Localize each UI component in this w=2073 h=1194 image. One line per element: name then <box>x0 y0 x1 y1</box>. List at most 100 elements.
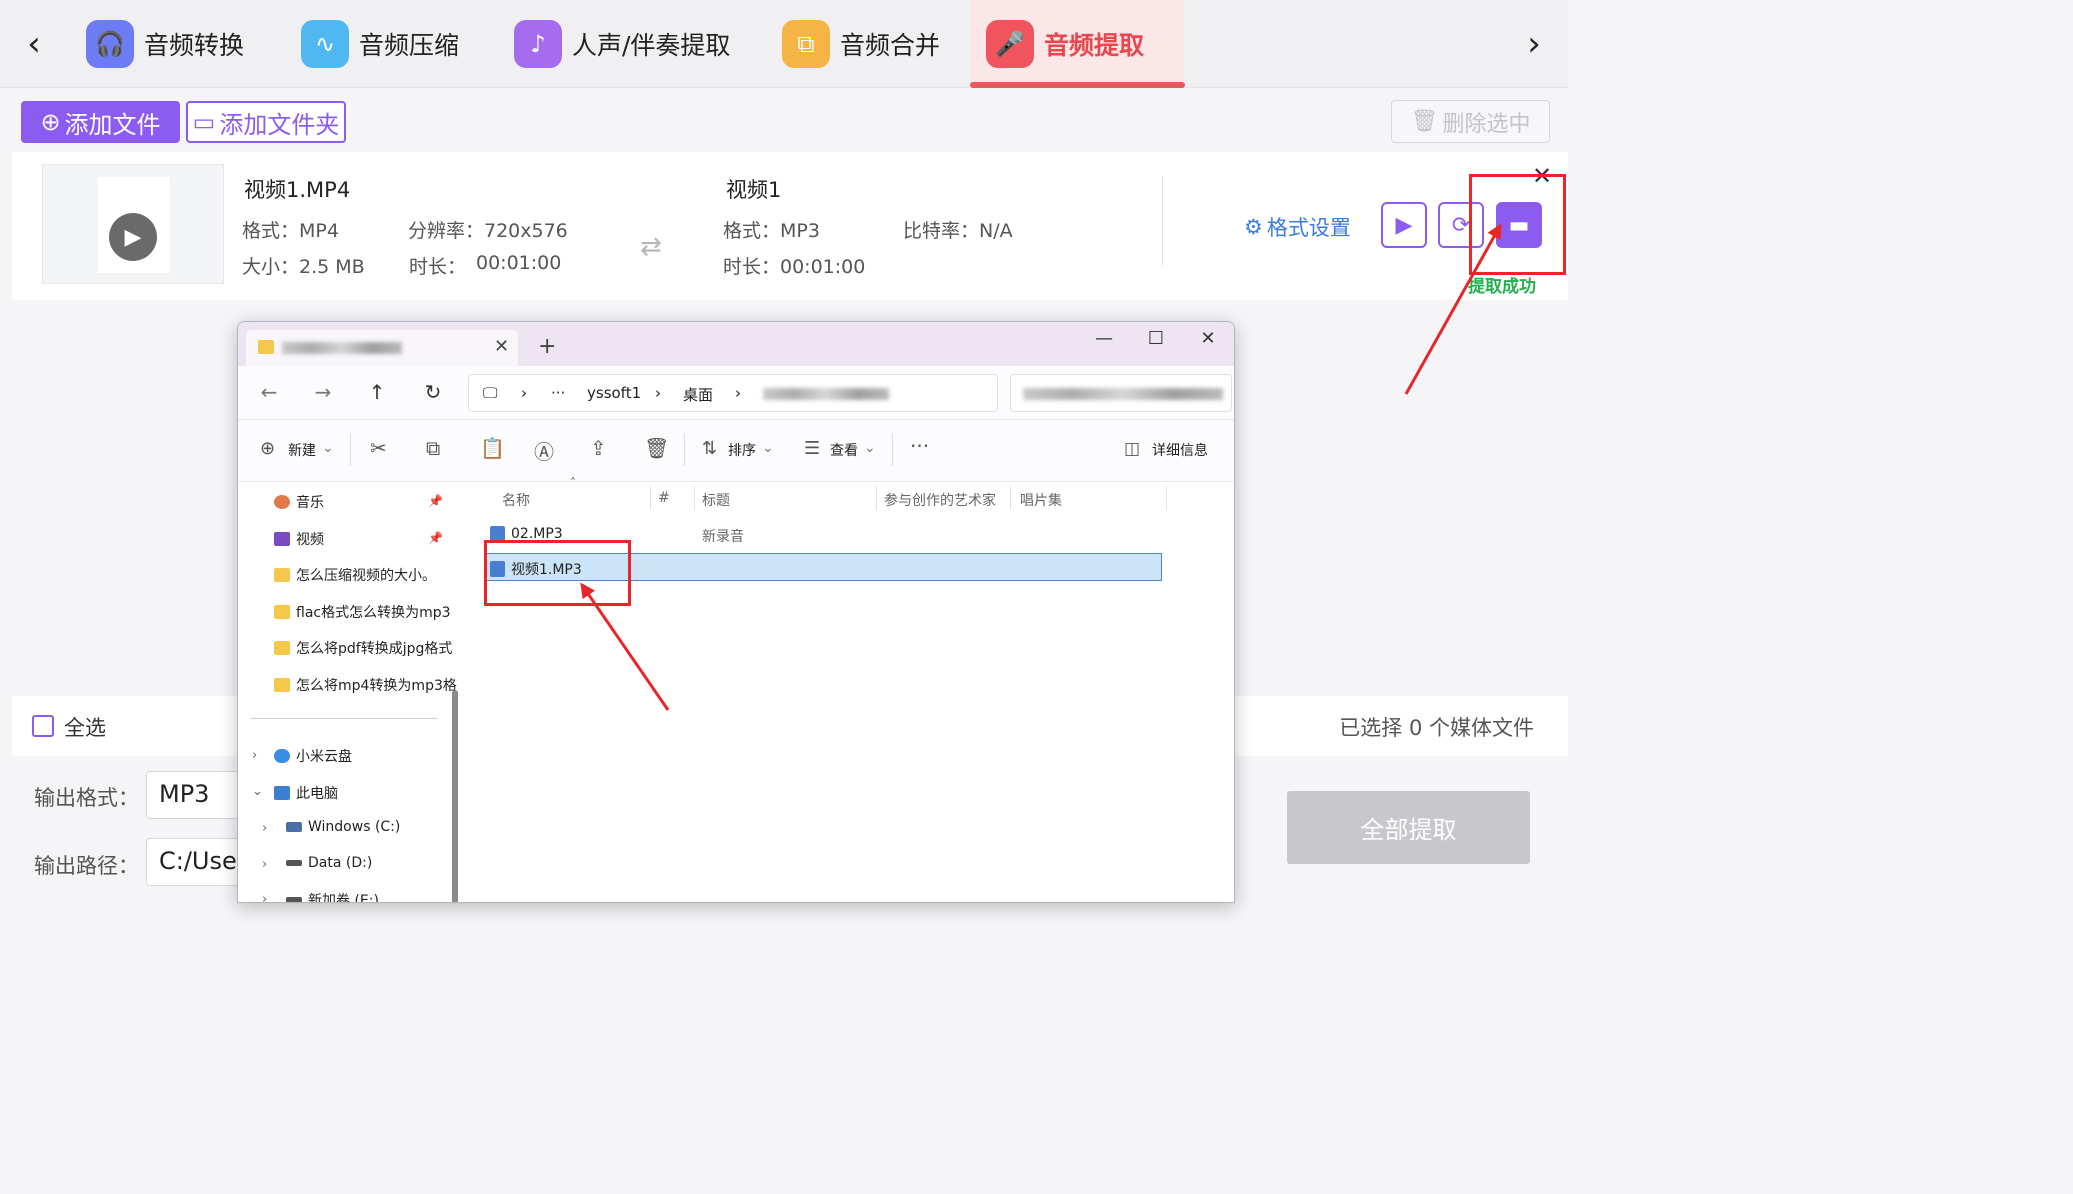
explorer-tab[interactable]: ✕ <box>246 330 518 366</box>
tabs-scroll-left-button[interactable]: ‹ <box>14 20 54 68</box>
sidebar-item-music[interactable]: 音乐 <box>274 492 324 512</box>
maximize-button[interactable]: ☐ <box>1136 328 1176 349</box>
more-icon[interactable]: ··· <box>910 434 929 458</box>
refresh-button[interactable]: ↻ <box>418 380 448 404</box>
trash-icon: 🗑 <box>1410 109 1439 134</box>
share-icon[interactable]: ⇪ <box>590 436 607 460</box>
tabs-scroll-right-button[interactable]: › <box>1514 20 1554 68</box>
close-tab-icon[interactable]: ✕ <box>494 336 509 357</box>
delete-icon[interactable]: 🗑 <box>644 436 669 460</box>
sidebar-item-drive-e[interactable]: 新加卷 (E:) <box>286 890 379 902</box>
tab-audio-merge[interactable]: ⧉ 音频合并 <box>766 0 956 88</box>
sidebar-item-label: 怎么压缩视频的大小。 <box>296 568 436 584</box>
breadcrumb-desktop[interactable]: 桌面 <box>683 384 713 405</box>
divider <box>350 434 351 466</box>
source-duration-label: 时长： <box>409 256 467 278</box>
computer-icon: 🖵 <box>483 384 498 402</box>
chevron-right-icon[interactable]: › <box>262 892 267 902</box>
sidebar-item-drive-c[interactable]: Windows (C:) <box>286 819 400 835</box>
tab-label: 音频转换 <box>144 31 245 60</box>
details-pane-icon: ◫ <box>1124 439 1141 459</box>
add-folder-button[interactable]: ▭ 添加文件夹 <box>186 101 346 143</box>
chevron-right-icon[interactable]: › <box>262 821 267 836</box>
microphone-icon: 🎤 <box>986 20 1034 68</box>
music-icon <box>274 495 290 509</box>
sidebar-item-folder[interactable]: 怎么将mp4转换为mp3格 <box>274 675 457 695</box>
play-icon: ▶ <box>1395 212 1413 238</box>
minimize-button[interactable]: — <box>1084 328 1124 349</box>
search-input[interactable] <box>1010 374 1232 412</box>
folder-icon <box>274 605 290 619</box>
view-button[interactable]: 查看 <box>830 440 858 460</box>
column-header-artist[interactable]: 参与创作的艺术家 <box>884 490 996 510</box>
sidebar-item-folder[interactable]: 怎么将pdf转换成jpg格式 <box>274 638 452 658</box>
explorer-title-bar: ✕ + — ☐ ✕ <box>238 322 1234 366</box>
details-button[interactable]: 详细信息 <box>1152 440 1208 460</box>
sidebar-item-xiaomi-cloud[interactable]: 小米云盘 <box>274 746 352 766</box>
cut-icon[interactable]: ✂ <box>370 436 387 460</box>
add-file-button[interactable]: ⊕ 添加文件 <box>21 101 180 143</box>
highlight-box <box>484 540 631 606</box>
column-header-name[interactable]: 名称 <box>502 490 530 510</box>
select-all-checkbox[interactable] <box>32 715 54 737</box>
copy-icon[interactable]: ⧉ <box>426 436 440 460</box>
sidebar-item-this-pc[interactable]: 此电脑 <box>274 783 338 803</box>
column-header-album[interactable]: 唱片集 <box>1020 490 1062 510</box>
extract-all-button[interactable]: 全部提取 <box>1287 791 1530 864</box>
shuffle-icon: ⇄ <box>640 232 662 262</box>
up-button[interactable]: ↑ <box>362 380 392 404</box>
chevron-right-icon[interactable]: › <box>252 748 257 763</box>
file-card: ▶ 视频1.MP4 格式：MP4 分辨率：720x576 大小：2.5 MB 时… <box>12 152 1568 300</box>
format-settings-button[interactable]: ⚙ 格式设置 <box>1244 212 1351 242</box>
folder-icon <box>274 568 290 582</box>
sidebar-item-label: 小米云盘 <box>296 749 352 765</box>
play-button[interactable]: ▶ <box>1381 202 1427 248</box>
close-window-button[interactable]: ✕ <box>1188 328 1228 349</box>
more-icon[interactable]: ··· <box>551 384 565 402</box>
tab-audio-extract[interactable]: 🎤 音频提取 <box>970 0 1185 88</box>
chevron-right-icon: › <box>735 384 741 402</box>
play-icon[interactable]: ▶ <box>109 213 157 261</box>
output-duration: 时长：00:01:00 <box>723 256 866 278</box>
sidebar-item-label: 怎么将pdf转换成jpg格式 <box>296 641 453 657</box>
chevron-right-icon[interactable]: › <box>262 857 267 872</box>
selected-count: 已选择 0 个媒体文件 <box>1339 716 1534 740</box>
breadcrumb-user[interactable]: yssoft1 <box>587 384 641 402</box>
tab-label: 音频提取 <box>1044 31 1145 60</box>
output-file-name: 视频1 <box>726 178 782 202</box>
address-bar-row: ← → ↑ ↻ 🖵 › ··· yssoft1 › 桌面 › <box>238 366 1234 420</box>
column-header-number[interactable]: # <box>658 490 670 506</box>
tab-vocal-extract[interactable]: ♪ 人声/伴奏提取 <box>498 0 746 88</box>
sort-button[interactable]: 排序 <box>728 440 756 460</box>
delete-selected-button[interactable]: 🗑 删除选中 <box>1391 100 1550 143</box>
waveform-icon: ∿ <box>301 20 349 68</box>
command-bar: ⊕ 新建 ⌄ ✂ ⧉ 📋 Ⓐ ⇪ 🗑 ⇅ 排序 ⌄ ☰ 查看 ⌄ ··· ◫ 详… <box>238 420 1234 482</box>
sidebar-item-folder[interactable]: flac格式怎么转换为mp3 <box>274 602 451 622</box>
forward-button[interactable]: → <box>308 380 338 404</box>
paste-icon[interactable]: 📋 <box>480 436 505 460</box>
address-bar[interactable]: 🖵 › ··· yssoft1 › 桌面 › <box>468 374 998 412</box>
column-header-title[interactable]: 标题 <box>702 490 730 510</box>
sidebar-item-videos[interactable]: 视频 <box>274 529 324 549</box>
divider <box>1010 486 1011 510</box>
back-button[interactable]: ← <box>254 380 284 404</box>
chevron-down-icon[interactable]: ⌄ <box>252 784 263 799</box>
new-tab-button[interactable]: + <box>538 334 556 359</box>
source-size: 大小：2.5 MB <box>242 256 365 278</box>
sidebar-item-folder[interactable]: 怎么压缩视频的大小。 <box>274 565 436 585</box>
navigation-scrollbar[interactable] <box>452 690 458 902</box>
new-button[interactable]: 新建 <box>288 440 316 460</box>
drive-icon <box>286 860 302 866</box>
format-settings-label: 格式设置 <box>1266 216 1351 240</box>
add-folder-label: 添加文件夹 <box>219 110 340 139</box>
divider <box>684 434 685 466</box>
sort-icon: ⇅ <box>702 438 718 459</box>
tab-audio-convert[interactable]: 🎧 音频转换 <box>70 0 260 88</box>
rename-icon[interactable]: Ⓐ <box>534 436 554 465</box>
output-path-label: 输出路径： <box>34 854 139 878</box>
tab-audio-compress[interactable]: ∿ 音频压缩 <box>285 0 475 88</box>
sidebar-item-drive-d[interactable]: Data (D:) <box>286 855 372 871</box>
output-bitrate: 比特率：N/A <box>903 220 1013 242</box>
chevron-right-icon: › <box>655 384 661 402</box>
divider <box>892 434 893 466</box>
